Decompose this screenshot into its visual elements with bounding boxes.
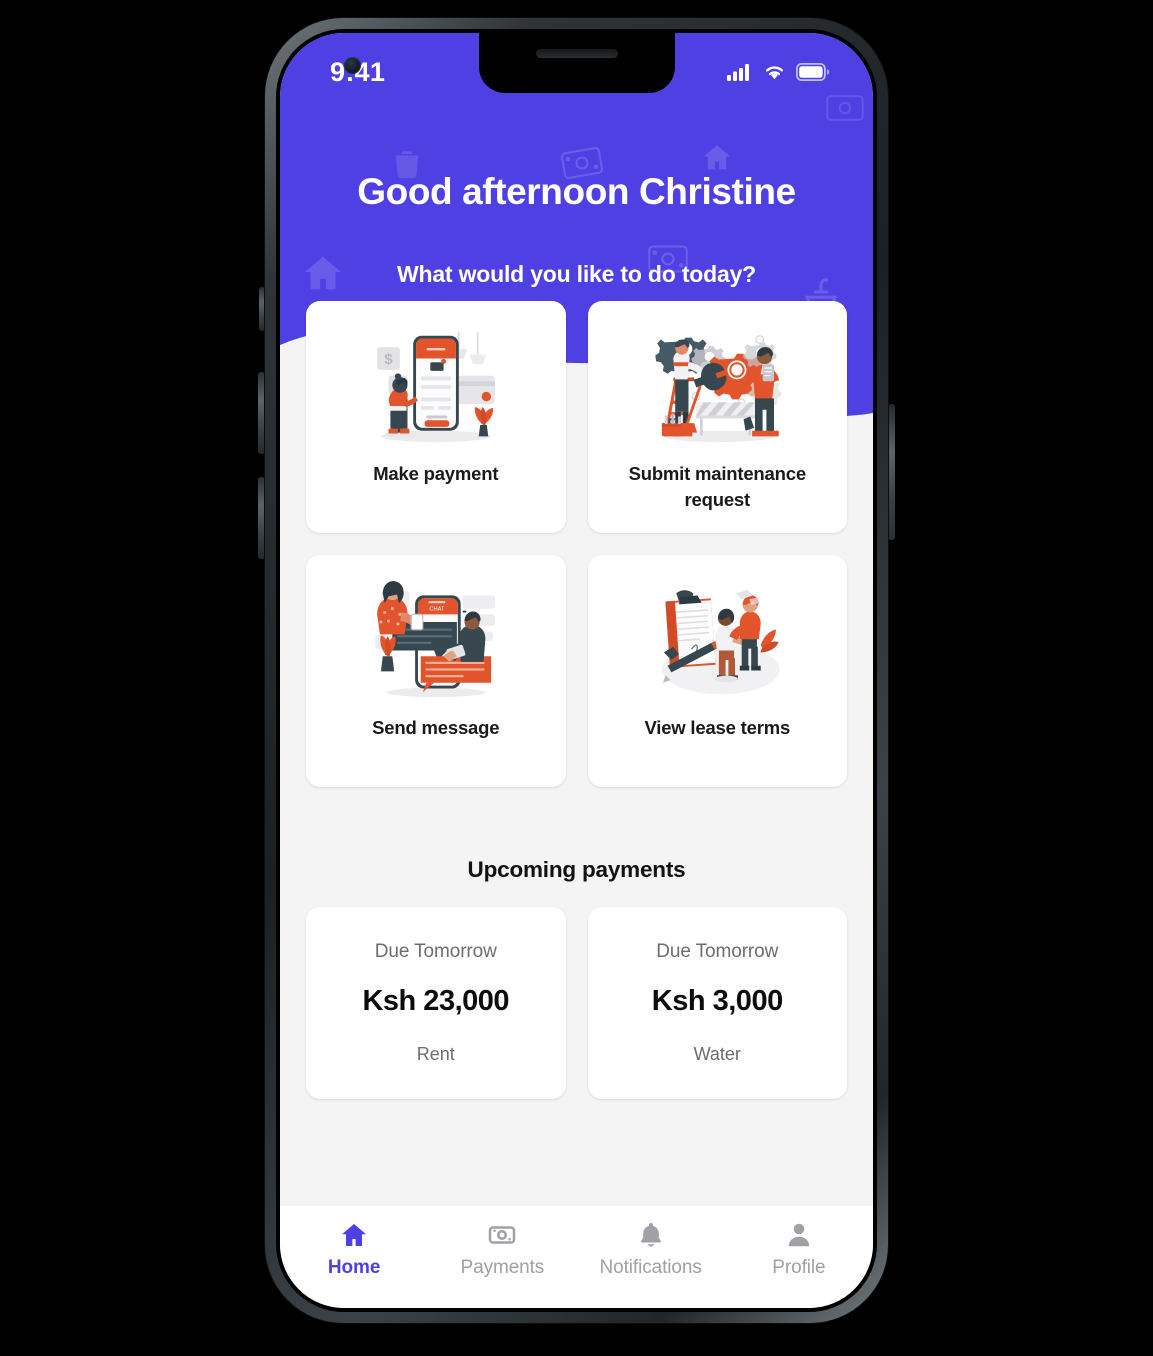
- nav-label: Profile: [772, 1257, 826, 1278]
- action-card-send-message[interactable]: CHAT Send message: [306, 555, 566, 787]
- nav-item-notifications[interactable]: Notifications: [587, 1220, 715, 1279]
- upcoming-payments-title: Upcoming payments: [467, 857, 686, 882]
- front-camera: [344, 57, 361, 74]
- action-card-maintenance-request[interactable]: Submit maintenance request: [587, 301, 847, 533]
- payment-card-water[interactable]: Due Tomorrow Ksh 3,000 Water: [587, 907, 847, 1099]
- phone-bezel: Good afternoon Christine What would you …: [276, 29, 877, 1312]
- payment-amount: Ksh 23,000: [362, 985, 510, 1017]
- payment-amount: Ksh 3,000: [651, 985, 783, 1017]
- nav-item-payments[interactable]: Payments: [438, 1220, 566, 1279]
- svg-text:CHAT: CHAT: [429, 607, 445, 613]
- action-card-view-lease-terms[interactable]: View lease terms: [587, 555, 847, 787]
- person-icon: [788, 1223, 810, 1247]
- payment-due-label: Due Tomorrow: [374, 941, 497, 962]
- plant: [474, 406, 493, 437]
- banknote-icon: [489, 1226, 516, 1244]
- phone-notch: [478, 33, 675, 93]
- action-label: Submit maintenance request: [628, 463, 807, 510]
- lease-terms-illustration: [662, 589, 780, 695]
- battery-icon: [796, 63, 829, 81]
- phone-screen: Good afternoon Christine What would you …: [280, 33, 873, 1308]
- nav-item-profile[interactable]: Profile: [735, 1220, 863, 1279]
- earpiece-speaker: [535, 49, 618, 58]
- phone-frame: Good afternoon Christine What would you …: [265, 18, 888, 1323]
- plant: [380, 635, 396, 672]
- nav-label: Notifications: [599, 1257, 702, 1278]
- action-label: Make payment: [373, 463, 499, 484]
- power-button[interactable]: [888, 404, 895, 540]
- svg-text:$: $: [384, 351, 393, 368]
- nav-item-home[interactable]: Home: [290, 1220, 418, 1279]
- home-icon: [342, 1224, 367, 1246]
- wifi-icon: [765, 66, 784, 80]
- volume-up-button[interactable]: [258, 372, 265, 454]
- plant-leaves: [760, 629, 779, 653]
- payment-type: Water: [693, 1044, 741, 1064]
- upcoming-payments-grid: Due Tomorrow Ksh 23,000 Rent Due Tomorro…: [306, 907, 847, 1099]
- quick-actions-grid: $ $: [306, 301, 847, 787]
- maintenance-illustration: [655, 334, 782, 443]
- action-label: Send message: [372, 717, 500, 738]
- status-icon-group: [727, 63, 829, 81]
- cellular-signal-icon: [727, 64, 749, 81]
- bell-icon: [640, 1223, 661, 1247]
- send-message-illustration: CHAT: [374, 581, 495, 698]
- main-content: $ $: [280, 33, 873, 1206]
- payment-card-rent[interactable]: Due Tomorrow Ksh 23,000 Rent: [306, 907, 566, 1099]
- screenshot-stage: Good afternoon Christine What would you …: [0, 0, 1153, 1356]
- action-card-make-payment[interactable]: $ $: [306, 301, 566, 533]
- nav-label: Payments: [460, 1257, 545, 1278]
- nav-label: Home: [327, 1257, 381, 1278]
- action-label: View lease terms: [644, 717, 791, 738]
- volume-down-button[interactable]: [258, 477, 265, 559]
- payment-type: Rent: [416, 1044, 455, 1064]
- make-payment-illustration: $ $: [376, 331, 495, 443]
- payment-due-label: Due Tomorrow: [656, 941, 779, 962]
- bottom-navigation: Home Payments Notifications Profile: [280, 1206, 873, 1308]
